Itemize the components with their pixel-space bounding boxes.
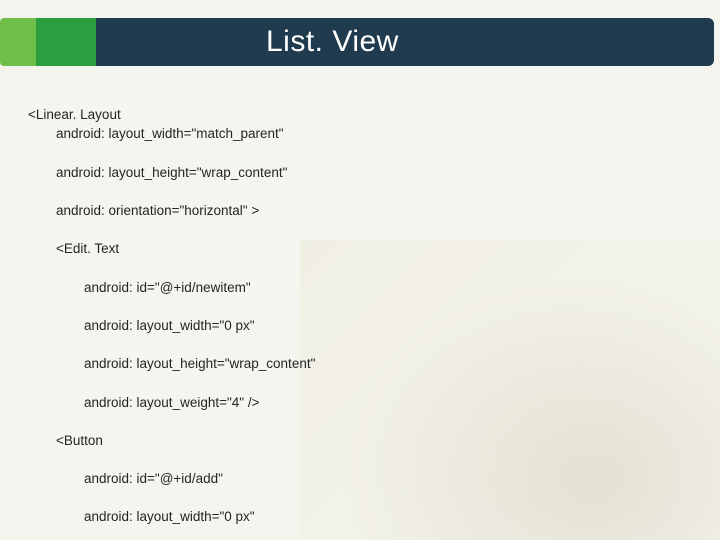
code-line: android: layout_weight="4" /> <box>28 393 500 412</box>
code-line: <Edit. Text <box>28 239 500 258</box>
code-line: android: layout_height="wrap_content" <box>28 354 500 373</box>
title-cap <box>696 18 714 66</box>
code-line: android: layout_width="0 px" <box>28 316 500 335</box>
code-line: android: layout_width="0 px" <box>28 507 500 526</box>
code-line: android: layout_width="match_parent" <box>28 124 500 143</box>
code-line: android: layout_height="wrap_content" <box>28 163 500 182</box>
code-line: <Button <box>28 431 500 450</box>
code-line: android: orientation="horizontal" > <box>28 201 500 220</box>
code-line: android: id="@+id/add" <box>28 469 500 488</box>
title-accent-dark <box>36 18 96 66</box>
slide-title: List. View <box>96 18 696 66</box>
code-line: android: id="@+id/newitem" <box>28 278 500 297</box>
title-accent-light <box>0 18 36 66</box>
title-bar: List. View <box>0 18 720 66</box>
code-block: <Linear. Layout android: layout_width="m… <box>28 86 500 540</box>
slide: List. View <Linear. Layout android: layo… <box>0 0 720 540</box>
code-line: <Linear. Layout <box>28 107 121 122</box>
